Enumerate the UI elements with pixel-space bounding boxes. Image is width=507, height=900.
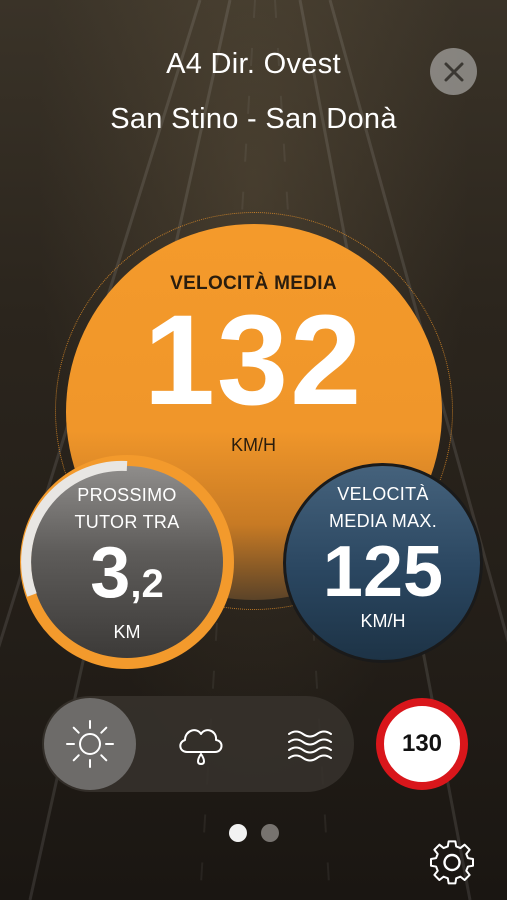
- weather-fog-button[interactable]: [265, 698, 357, 790]
- average-speed-unit: KM/H: [231, 435, 276, 455]
- fog-icon: [288, 730, 332, 762]
- average-speed-value: 132: [143, 289, 364, 432]
- sun-icon: [66, 720, 114, 768]
- road-section: San Stino - San Donà: [110, 103, 397, 135]
- speed-limit-sign: 130: [376, 698, 468, 790]
- weather-rain-button[interactable]: [155, 698, 247, 790]
- next-tutor-unit: KM: [113, 622, 141, 642]
- max-average-speed-value: 125: [322, 532, 444, 612]
- gear-icon: [429, 840, 475, 885]
- page-dot[interactable]: [260, 824, 279, 842]
- weather-sun-button[interactable]: [44, 698, 136, 790]
- page-dot-active[interactable]: [228, 824, 247, 842]
- close-icon: [444, 62, 463, 81]
- next-tutor-label: PROSSIMO TUTOR TRA: [74, 485, 180, 532]
- max-average-speed-unit: KM/H: [360, 611, 406, 631]
- next-tutor-distance: 3,2: [90, 533, 164, 613]
- speed-limit-value: 130: [401, 730, 443, 757]
- settings-button[interactable]: [427, 836, 477, 886]
- rain-cloud-icon: [179, 729, 223, 766]
- max-average-speed-label: VELOCITÀ MEDIA MAX.: [328, 484, 438, 531]
- close-button[interactable]: [430, 48, 477, 95]
